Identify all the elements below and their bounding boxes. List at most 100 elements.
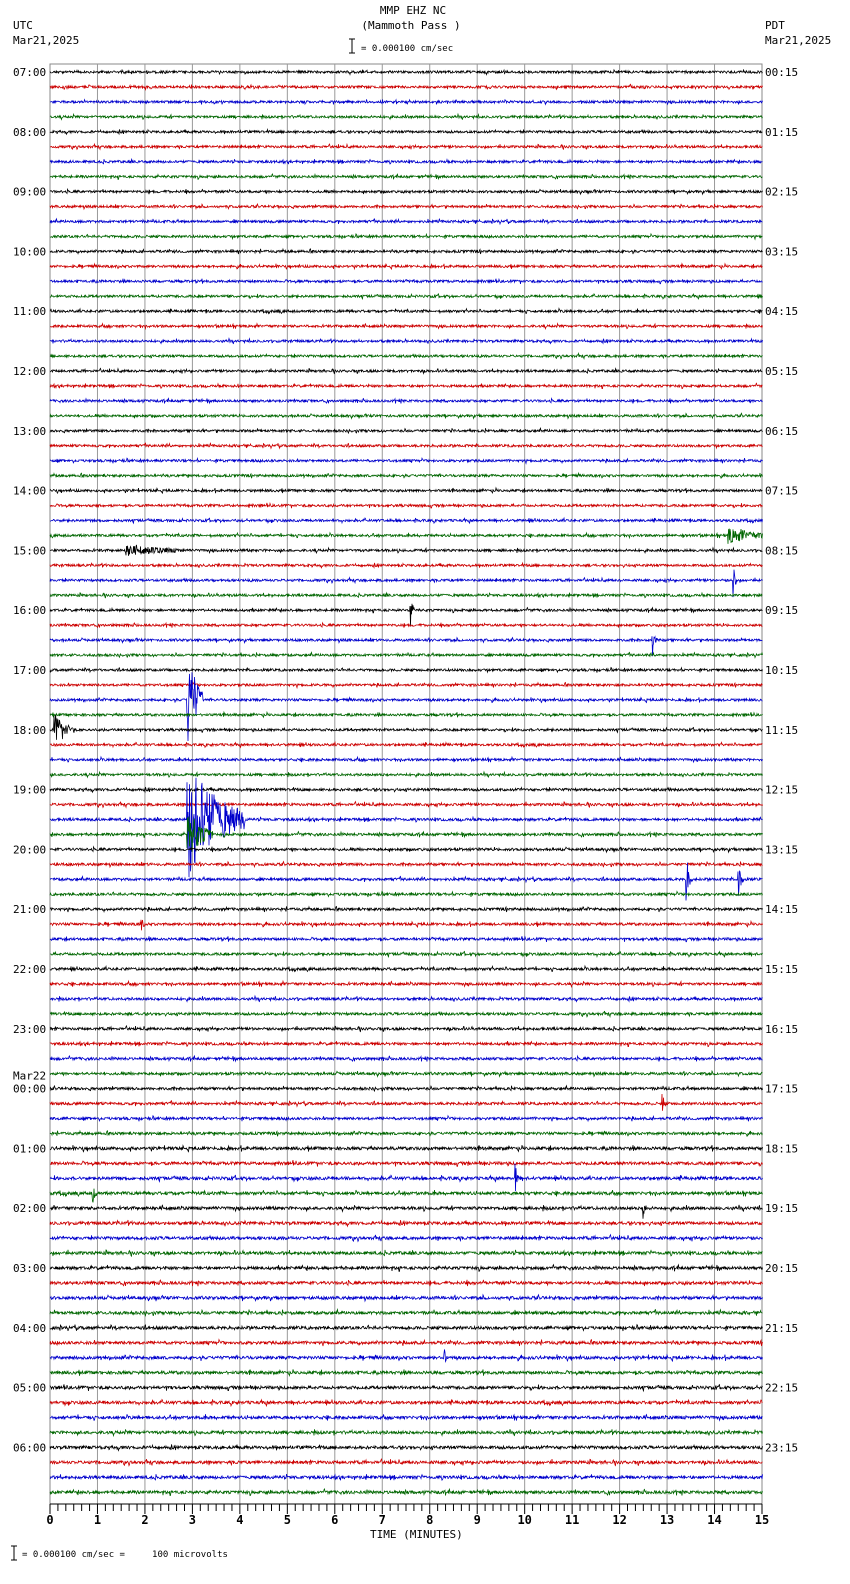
hour-label-utc: 03:00 [13,1262,46,1275]
seismic-trace [49,1054,763,1063]
helicorder-plot: 07:00 08:00 09:00 10:00 11:00 12:00 13:00 14:00… [11,38,798,1561]
seismic-trace [49,1383,763,1393]
seismic-trace [49,621,763,629]
x-tick-label: 0 [46,1513,53,1527]
hour-label-local: 20:15 [765,1262,798,1275]
hour-label-utc: 13:00 [13,425,46,438]
seismic-trace [49,202,763,211]
hour-label-local: 14:15 [765,903,798,916]
hour-label-local: 21:15 [765,1322,798,1335]
seismic-trace [49,382,763,390]
hour-label-utc: 11:00 [13,305,46,318]
hour-label-utc: 01:00 [13,1142,46,1155]
seismic-trace [49,412,763,420]
hour-label-utc: 17:00 [13,664,46,677]
x-tick-label: 4 [236,1513,243,1527]
seismic-trace [49,1010,763,1019]
hour-label-utc: 10:00 [13,245,46,258]
seismic-trace [49,1163,763,1192]
hour-label-local: 18:15 [765,1142,798,1155]
seismic-trace [49,1349,763,1364]
seismic-trace [49,352,763,360]
hour-label-utc: 21:00 [13,903,46,916]
seismic-trace [49,1338,763,1347]
seismic-trace [49,1369,763,1378]
seismic-trace [49,651,763,659]
hour-label-local: 16:15 [765,1023,798,1036]
seismic-trace [49,1308,763,1317]
seismic-trace [50,740,763,749]
seismic-trace [49,1398,763,1408]
seismic-trace [49,173,763,181]
seismic-trace [49,1413,763,1422]
hour-label-utc: 15:00 [13,544,46,557]
seismic-trace [49,994,763,1003]
x-tick-label: 9 [474,1513,481,1527]
hour-label-local: 17:15 [765,1083,798,1096]
seismic-trace [49,128,763,136]
seismic-trace [49,1323,763,1332]
seismic-trace [49,1458,763,1467]
x-tick-label: 10 [517,1513,531,1527]
seismic-trace [49,486,763,495]
seismic-trace [49,1249,763,1258]
hour-label-local: 09:15 [765,604,798,617]
hour-label-utc: 23:00 [13,1023,46,1036]
seismic-trace [49,262,763,271]
seismic-trace [49,232,763,241]
x-tick-label: 6 [331,1513,338,1527]
seismic-trace [49,786,763,794]
seismic-trace [49,217,763,226]
x-tick-label: 5 [284,1513,291,1527]
seismic-trace [49,935,763,943]
seismic-trace [49,1069,763,1078]
hour-label-utc: 05:00 [13,1382,46,1395]
seismic-trace [49,1487,763,1496]
hour-label-local: 15:15 [765,963,798,976]
seismic-trace [49,83,763,92]
seismic-trace [49,1428,763,1438]
seismic-trace [49,1293,763,1303]
seismic-trace [49,1279,763,1287]
seismic-trace [49,950,763,959]
seismic-trace [50,905,763,913]
hour-label-local: 01:15 [765,126,798,139]
hour-label-local: 07:15 [765,485,798,498]
hour-label-local: 10:15 [765,664,798,677]
hour-label-local: 23:15 [765,1441,798,1454]
hour-label-local: 19:15 [765,1202,798,1215]
x-tick-label: 1 [94,1513,101,1527]
seismic-trace [49,1093,763,1111]
seismic-trace [50,142,763,151]
x-tick-label: 14 [707,1513,721,1527]
seismic-trace [49,755,763,764]
seismic-trace [49,1084,763,1093]
hour-label-local: 13:15 [765,843,798,856]
seismic-trace [49,307,763,315]
x-tick-label: 11 [565,1513,579,1527]
hour-label-utc: 12:00 [13,365,46,378]
seismic-trace [49,1144,763,1153]
seismic-trace [49,112,763,121]
seismic-trace [49,710,763,719]
hour-label-utc: 20:00 [13,843,46,856]
seismic-trace [49,502,763,509]
seismic-trace [49,714,763,740]
hour-label-local: 06:15 [765,425,798,438]
x-tick-label: 12 [612,1513,626,1527]
seismic-trace [49,1040,763,1048]
x-tick-label: 13 [660,1513,674,1527]
hour-label-utc: 00:00 [13,1083,46,1096]
seismic-trace [49,293,763,300]
seismic-trace [49,666,763,674]
hour-label-local: 05:15 [765,365,798,378]
seismic-trace [49,528,763,544]
seismic-trace [49,426,763,435]
hour-label-local: 22:15 [765,1382,798,1395]
seismic-trace [49,770,763,779]
hour-label-local: 02:15 [765,186,798,199]
hour-label-local: 12:15 [765,784,798,797]
seismic-trace [49,337,763,345]
seismic-trace [49,367,763,375]
seismic-trace [49,68,763,76]
